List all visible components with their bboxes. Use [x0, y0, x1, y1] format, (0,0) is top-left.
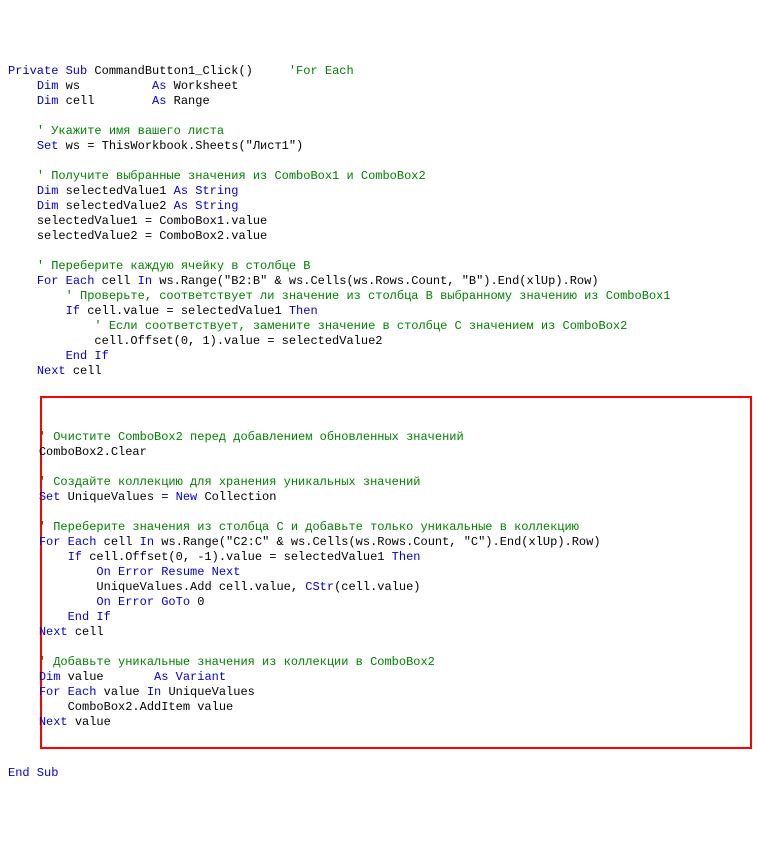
code-line: ' Очистите ComboBox2 перед добавлением о…	[10, 430, 750, 445]
keyword: In	[138, 274, 152, 288]
keyword: If	[66, 304, 80, 318]
keyword: If	[68, 550, 82, 564]
keyword: As	[152, 79, 166, 93]
keyword: On Error Resume Next	[96, 565, 240, 579]
code-line: For Each value In UniqueValues	[10, 685, 750, 700]
keyword: Next	[39, 625, 68, 639]
keyword: Then	[289, 304, 318, 318]
keyword: Next	[37, 364, 66, 378]
keyword: In	[140, 535, 154, 549]
code-line: For Each cell In ws.Range("B2:B" & ws.Ce…	[8, 274, 752, 289]
keyword: For Each	[39, 685, 97, 699]
code-line: selectedValue1 = ComboBox1.value	[8, 214, 752, 229]
code-line: cell.Offset(0, 1).value = selectedValue2	[8, 334, 752, 349]
comment: ' Проверьте, соответствует ли значение и…	[66, 289, 671, 303]
keyword: Dim	[37, 184, 59, 198]
code-line: Next cell	[8, 364, 752, 379]
code-line	[8, 244, 752, 259]
code-block-top: Private Sub CommandButton1_Click() 'For …	[8, 64, 752, 379]
keyword: As	[152, 94, 166, 108]
keyword: Then	[392, 550, 421, 564]
code-line: On Error GoTo 0	[10, 595, 750, 610]
keyword: CStr	[305, 580, 334, 594]
code-line: ' Переберите каждую ячейку в столбце B	[8, 259, 752, 274]
comment: ' Получите выбранные значения из ComboBo…	[37, 169, 426, 183]
code-line: Set UniqueValues = New Collection	[10, 490, 750, 505]
code-line: Set ws = ThisWorkbook.Sheets("Лист1")	[8, 139, 752, 154]
code-line: ' Если соответствует, замените значение …	[8, 319, 752, 334]
keyword: Next	[39, 715, 68, 729]
keyword: For Each	[39, 535, 97, 549]
code-line: End If	[8, 349, 752, 364]
code-line: Dim selectedValue1 As String	[8, 184, 752, 199]
keyword: As String	[174, 184, 239, 198]
code-line	[10, 460, 750, 475]
code-line: If cell.Offset(0, -1).value = selectedVa…	[10, 550, 750, 565]
comment: ' Добавьте уникальные значения из коллек…	[39, 655, 435, 669]
code-line: ' Добавьте уникальные значения из коллек…	[10, 655, 750, 670]
code-line	[10, 505, 750, 520]
code-line: ComboBox2.Clear	[10, 445, 750, 460]
comment: ' Переберите значения из столбца C и доб…	[39, 520, 579, 534]
code-line: For Each cell In ws.Range("C2:C" & ws.Ce…	[10, 535, 750, 550]
code-line	[8, 109, 752, 124]
comment: 'For Each	[289, 64, 354, 78]
code-line: If cell.value = selectedValue1 Then	[8, 304, 752, 319]
code-line: Dim value As Variant	[10, 670, 750, 685]
code-line: ' Переберите значения из столбца C и доб…	[10, 520, 750, 535]
keyword: Dim	[37, 79, 59, 93]
code-line: ' Создайте коллекцию для хранения уникал…	[10, 475, 750, 490]
code-line: Dim ws As Worksheet	[8, 79, 752, 94]
keyword: In	[147, 685, 161, 699]
keyword: Set	[39, 490, 61, 504]
keyword: Dim	[37, 199, 59, 213]
comment: ' Очистите ComboBox2 перед добавлением о…	[39, 430, 464, 444]
code-line: Dim selectedValue2 As String	[8, 199, 752, 214]
code-line: selectedValue2 = ComboBox2.value	[8, 229, 752, 244]
code-line: End Sub	[8, 766, 752, 781]
keyword: End Sub	[8, 766, 58, 780]
code-line	[8, 154, 752, 169]
keyword: Private Sub	[8, 64, 87, 78]
code-line: Private Sub CommandButton1_Click() 'For …	[8, 64, 752, 79]
keyword: For Each	[37, 274, 95, 288]
code-line: ' Укажите имя вашего листа	[8, 124, 752, 139]
keyword: Set	[37, 139, 59, 153]
keyword: As String	[174, 199, 239, 213]
keyword: End If	[68, 610, 111, 624]
code-block-bottom: End Sub	[8, 766, 752, 781]
keyword: On Error GoTo	[96, 595, 190, 609]
keyword: New	[176, 490, 198, 504]
code-line: Dim cell As Range	[8, 94, 752, 109]
code-line: Next cell	[10, 625, 750, 640]
code-line: Next value	[10, 715, 750, 730]
comment: ' Переберите каждую ячейку в столбце B	[37, 259, 311, 273]
comment: ' Если соответствует, замените значение …	[94, 319, 627, 333]
highlighted-code-block: ' Очистите ComboBox2 перед добавлением о…	[40, 396, 752, 749]
code-line: ' Проверьте, соответствует ли значение и…	[8, 289, 752, 304]
code-line: ComboBox2.AddItem value	[10, 700, 750, 715]
keyword: As Variant	[154, 670, 226, 684]
comment: ' Создайте коллекцию для хранения уникал…	[39, 475, 421, 489]
code-line: UniqueValues.Add cell.value, CStr(cell.v…	[10, 580, 750, 595]
code-line: End If	[10, 610, 750, 625]
keyword: End If	[66, 349, 109, 363]
keyword: Dim	[37, 94, 59, 108]
code-line	[10, 640, 750, 655]
comment: ' Укажите имя вашего листа	[37, 124, 224, 138]
code-line: ' Получите выбранные значения из ComboBo…	[8, 169, 752, 184]
code-line: On Error Resume Next	[10, 565, 750, 580]
keyword: Dim	[39, 670, 61, 684]
